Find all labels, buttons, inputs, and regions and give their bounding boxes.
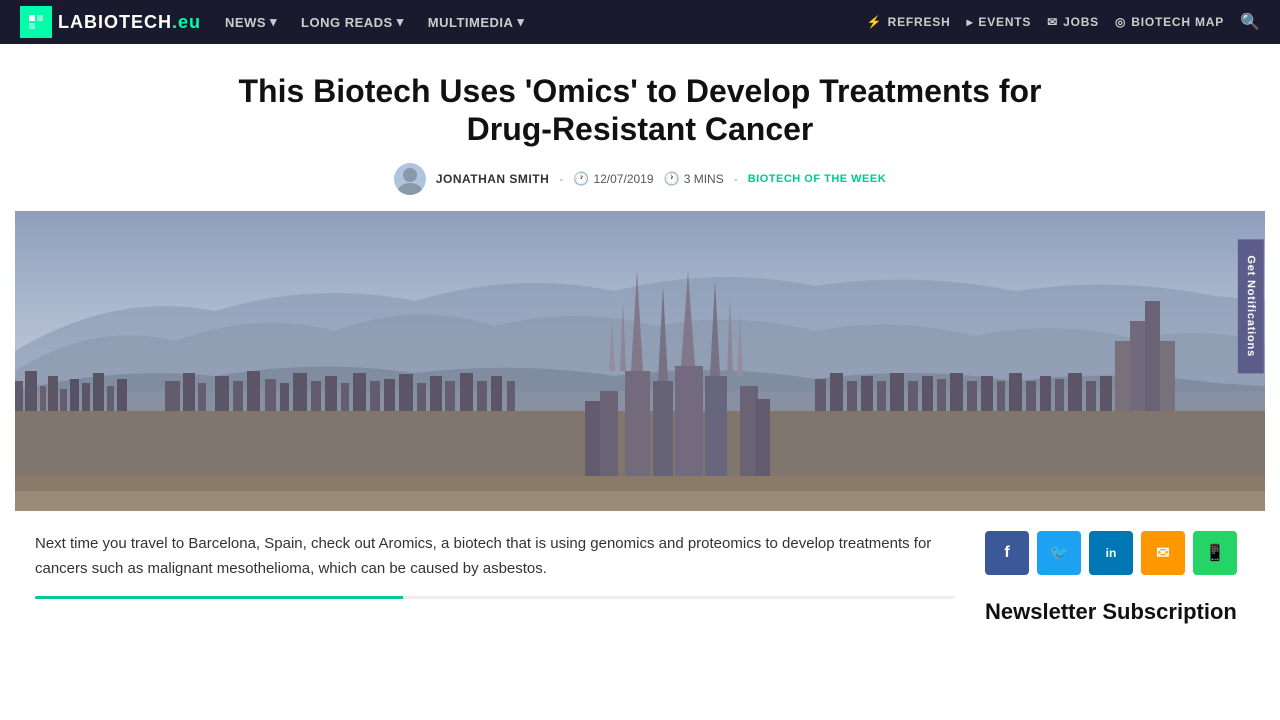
- logo[interactable]: LABIOTECH.eu: [20, 6, 201, 38]
- nav-right: ⚡ REFRESH ▸ EVENTS ✉ JOBS ◎ BIOTECH MAP …: [867, 12, 1260, 32]
- biotech-map-button[interactable]: ◎ BIOTECH MAP: [1115, 15, 1224, 29]
- nav-multimedia[interactable]: MULTIMEDIA ▾: [428, 14, 525, 30]
- search-button[interactable]: 🔍: [1240, 12, 1260, 32]
- jobs-icon: ✉: [1047, 15, 1058, 29]
- progress-bar-wrap: [35, 596, 955, 599]
- chevron-down-icon: ▾: [517, 14, 524, 30]
- nav-multimedia-label: MULTIMEDIA: [428, 15, 514, 30]
- notifications-button[interactable]: Get Notifications: [1238, 239, 1264, 373]
- newsletter-section: Newsletter Subscription: [985, 599, 1245, 625]
- logo-icon: [20, 6, 52, 38]
- newsletter-title: Newsletter Subscription: [985, 599, 1245, 625]
- sidebar: f 🐦 in ✉ 📱 Newsletter Subscription: [985, 511, 1245, 625]
- author-avatar: [394, 163, 426, 195]
- chevron-down-icon: ▾: [270, 14, 277, 30]
- whatsapp-icon: 📱: [1205, 543, 1225, 563]
- article-title: This Biotech Uses 'Omics' to Develop Tre…: [210, 72, 1070, 149]
- events-button[interactable]: ▸ EVENTS: [967, 15, 1032, 29]
- jobs-button[interactable]: ✉ JOBS: [1047, 15, 1099, 29]
- content-area: Next time you travel to Barcelona, Spain…: [15, 511, 1265, 625]
- article-excerpt: Next time you travel to Barcelona, Spain…: [35, 531, 955, 582]
- linkedin-icon: in: [1106, 546, 1117, 560]
- notifications-label: Get Notifications: [1245, 255, 1257, 357]
- navbar: LABIOTECH.eu NEWS ▾ LONG READS ▾ MULTIME…: [0, 0, 1280, 44]
- clock-icon: 🕐: [664, 171, 680, 187]
- nav-longreads[interactable]: LONG READS ▾: [301, 14, 404, 30]
- email-share-button[interactable]: ✉: [1141, 531, 1185, 575]
- article-category[interactable]: BIOTECH OF THE WEEK: [748, 173, 886, 185]
- nav-news[interactable]: NEWS ▾: [225, 14, 277, 30]
- facebook-icon: f: [1004, 544, 1009, 562]
- twitter-icon: 🐦: [1049, 543, 1069, 563]
- map-icon: ◎: [1115, 15, 1126, 29]
- twitter-share-button[interactable]: 🐦: [1037, 531, 1081, 575]
- events-icon: ▸: [967, 15, 974, 29]
- nav-news-label: NEWS: [225, 15, 266, 30]
- whatsapp-share-button[interactable]: 📱: [1193, 531, 1237, 575]
- refresh-button[interactable]: ⚡ REFRESH: [867, 15, 951, 29]
- nav-left: LABIOTECH.eu NEWS ▾ LONG READS ▾ MULTIME…: [20, 6, 524, 38]
- email-icon: ✉: [1156, 543, 1169, 563]
- article-meta: JONATHAN SMITH - 🕐 12/07/2019 🕐 3 MINS -…: [210, 163, 1070, 195]
- chevron-down-icon: ▾: [397, 14, 404, 30]
- biotech-map-label: BIOTECH MAP: [1131, 15, 1224, 29]
- author-name: JONATHAN SMITH: [436, 172, 549, 186]
- article-body: Next time you travel to Barcelona, Spain…: [35, 511, 955, 625]
- hero-image: [15, 211, 1265, 511]
- social-share: f 🐦 in ✉ 📱: [985, 531, 1245, 575]
- calendar-icon: 🕐: [573, 171, 589, 187]
- jobs-label: JOBS: [1063, 15, 1099, 29]
- article-read-time: 🕐 3 MINS: [664, 171, 724, 187]
- linkedin-share-button[interactable]: in: [1089, 531, 1133, 575]
- events-label: EVENTS: [978, 15, 1031, 29]
- nav-longreads-label: LONG READS: [301, 15, 393, 30]
- meta-separator-2: -: [734, 172, 738, 186]
- article-header: This Biotech Uses 'Omics' to Develop Tre…: [190, 72, 1090, 195]
- progress-bar: [35, 596, 955, 599]
- facebook-share-button[interactable]: f: [985, 531, 1029, 575]
- progress-fill: [35, 596, 403, 599]
- article-date: 🕐 12/07/2019: [573, 171, 653, 187]
- refresh-label: REFRESH: [888, 15, 951, 29]
- logo-text: LABIOTECH.eu: [58, 12, 201, 33]
- meta-separator: -: [559, 172, 563, 186]
- refresh-icon: ⚡: [867, 15, 883, 29]
